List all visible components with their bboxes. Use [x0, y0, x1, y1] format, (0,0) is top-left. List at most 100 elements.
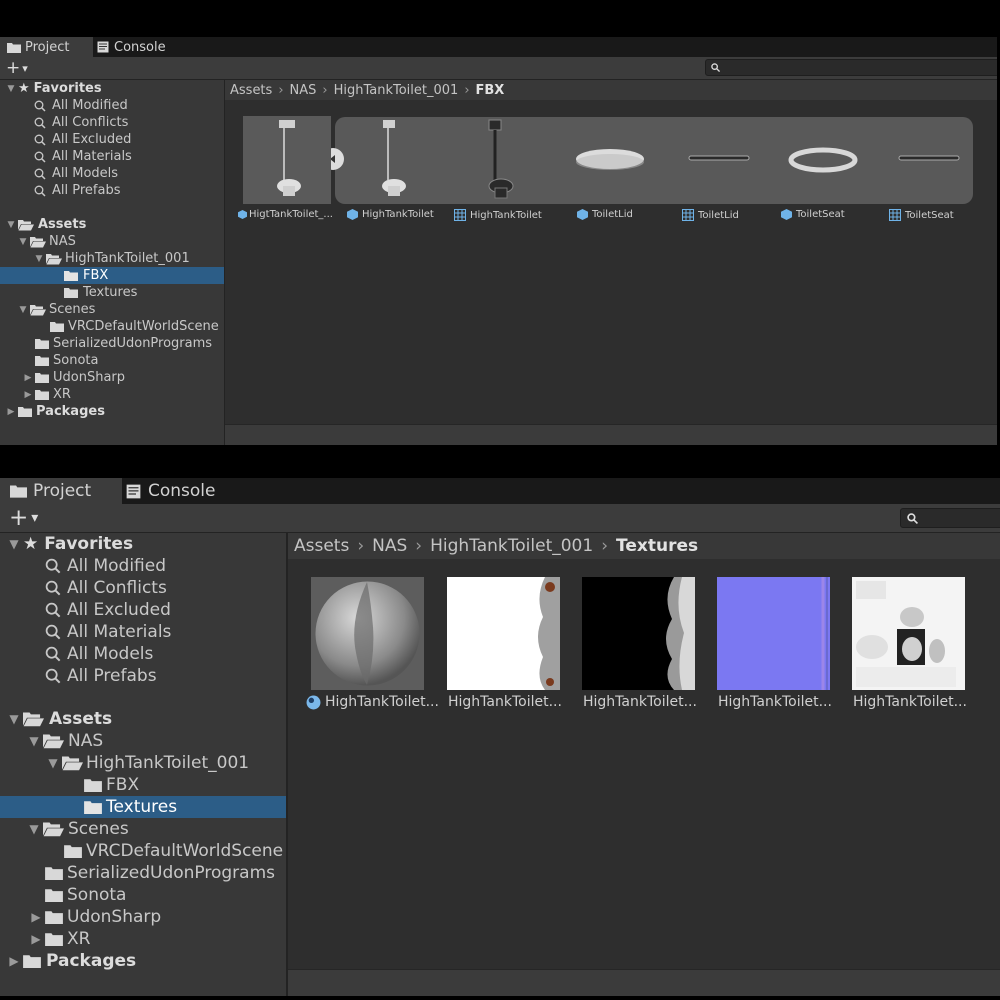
breadcrumb-item[interactable]: NAS	[290, 83, 317, 98]
breadcrumb-item[interactable]: NAS	[372, 536, 407, 556]
open-folder-icon	[62, 756, 83, 771]
favorites-header[interactable]: ▼ ★ Favorites	[0, 533, 286, 555]
tree-item-nas[interactable]: ▼ NAS	[0, 730, 286, 752]
search-icon	[34, 151, 46, 163]
asset-tile[interactable]: HighTankToilet...	[847, 577, 977, 717]
breadcrumb-item[interactable]: Assets	[230, 83, 272, 98]
expand-arrow-icon[interactable]: ▼	[16, 305, 30, 315]
expand-arrow-icon[interactable]: ▶	[21, 390, 35, 400]
tree-item-textures[interactable]: Textures	[0, 796, 286, 818]
asset-tile[interactable]: HighTankToilet...	[712, 577, 842, 717]
tree-item-fbx[interactable]: FBX	[0, 774, 286, 796]
favorite-item-all-models[interactable]: All Models	[0, 165, 224, 182]
search-input[interactable]	[705, 59, 997, 76]
favorite-item-all-materials[interactable]: All Materials	[0, 148, 224, 165]
expand-arrow-icon[interactable]: ▼	[44, 756, 62, 770]
asset-label: ToiletSeat	[889, 209, 954, 221]
asset-label: HighTankToilet...	[448, 694, 562, 710]
tree-item-assets[interactable]: ▼ Assets	[0, 708, 286, 730]
favorite-item-all-materials[interactable]: All Materials	[0, 621, 286, 643]
favorite-item-all-excluded[interactable]: All Excluded	[0, 131, 224, 148]
asset-tile[interactable]: ToiletSeat	[773, 116, 873, 226]
favorite-item-all-models[interactable]: All Models	[0, 643, 286, 665]
tree-item-textures[interactable]: Textures	[0, 284, 224, 301]
asset-thumbnail	[311, 577, 424, 690]
tab-project[interactable]: Project	[0, 37, 93, 57]
folder-icon	[10, 485, 27, 498]
favorite-item-all-excluded[interactable]: All Excluded	[0, 599, 286, 621]
tab-label: Project	[33, 481, 92, 501]
tab-label: Console	[114, 39, 166, 55]
favorite-item-all-prefabs[interactable]: All Prefabs	[0, 665, 286, 687]
expand-arrow-icon[interactable]: ▼	[32, 254, 46, 264]
mesh-icon	[889, 209, 901, 221]
tree-item-serializedudonprograms[interactable]: SerializedUdonPrograms	[0, 335, 224, 352]
expand-arrow-icon[interactable]: ▼	[0, 712, 23, 726]
tree-item-scenes[interactable]: ▼ Scenes	[0, 301, 224, 318]
tree-item-scenes[interactable]: ▼ Scenes	[0, 818, 286, 840]
asset-tile[interactable]: ToiletLid	[669, 116, 769, 226]
favorite-item-all-conflicts[interactable]: All Conflicts	[0, 114, 224, 131]
add-asset-button[interactable]: + ▾	[6, 57, 28, 79]
project-window-bottom: Project Console + ▾ ▼ ★ Favorites All Mo…	[0, 478, 1000, 996]
tree-item-nas[interactable]: ▼ NAS	[0, 233, 224, 250]
tree-item-xr[interactable]: ▶ XR	[0, 928, 286, 950]
favorite-item-all-conflicts[interactable]: All Conflicts	[0, 577, 286, 599]
favorite-item-all-modified[interactable]: All Modified	[0, 97, 224, 114]
breadcrumb-item[interactable]: HighTankToilet_001	[430, 536, 593, 556]
expand-arrow-icon[interactable]: ▶	[0, 407, 18, 417]
asset-tile[interactable]: HighTankToilet	[454, 116, 557, 226]
tree-item-udonsharp[interactable]: ▶ UdonSharp	[0, 906, 286, 928]
expand-arrow-icon[interactable]: ▶	[27, 932, 45, 946]
folder-icon	[84, 779, 102, 792]
tree-item-assets[interactable]: ▼ Assets	[0, 216, 224, 233]
tree-item-vrcdefaultworldscene[interactable]: VRCDefaultWorldScene	[0, 840, 286, 862]
asset-tile[interactable]: HighTankToilet...	[442, 577, 572, 717]
tree-item-packages[interactable]: ▶ Packages	[0, 950, 286, 972]
tree-item-sonota[interactable]: Sonota	[0, 884, 286, 906]
tree-item-hightanktoilet-001[interactable]: ▼ HighTankToilet_001	[0, 752, 286, 774]
console-icon	[126, 484, 141, 498]
breadcrumb-item[interactable]: HighTankToilet_001	[334, 83, 459, 98]
folder-icon	[64, 271, 78, 281]
favorite-item-all-prefabs[interactable]: All Prefabs	[0, 182, 224, 199]
tree-item-vrcdefaultworldscene[interactable]: VRCDefaultWorldScene	[0, 318, 224, 335]
search-icon	[45, 558, 61, 574]
chevron-down-icon: ▾	[31, 510, 39, 526]
asset-tile[interactable]: HighTankToilet...	[306, 577, 439, 717]
tree-item-serializedudonprograms[interactable]: SerializedUdonPrograms	[0, 862, 286, 884]
prefab-icon	[577, 209, 588, 220]
tree-item-sonota[interactable]: Sonota	[0, 352, 224, 369]
tab-console[interactable]: Console	[97, 37, 177, 57]
folder-icon	[23, 955, 41, 968]
tree-item-xr[interactable]: ▶ XR	[0, 386, 224, 403]
tree-item-fbx[interactable]: FBX	[0, 267, 224, 284]
breadcrumb-current[interactable]: Textures	[616, 536, 698, 556]
tab-console[interactable]: Console	[126, 478, 236, 504]
expand-arrow-icon[interactable]: ▼	[0, 84, 18, 94]
tab-project[interactable]: Project	[0, 478, 122, 504]
toilet-seat-mesh-icon	[898, 155, 960, 161]
add-asset-button[interactable]: + ▾	[9, 504, 38, 532]
expand-arrow-icon[interactable]: ▼	[0, 220, 18, 230]
asset-tile[interactable]: ToiletSeat	[879, 116, 979, 226]
asset-tile[interactable]: HighTankToilet	[347, 116, 452, 226]
expand-arrow-icon[interactable]: ▼	[25, 734, 43, 748]
tree-item-udonsharp[interactable]: ▶ UdonSharp	[0, 369, 224, 386]
expand-arrow-icon[interactable]: ▼	[16, 237, 30, 247]
expand-arrow-icon[interactable]: ▶	[21, 373, 35, 383]
expand-arrow-icon[interactable]: ▶	[0, 954, 23, 968]
search-input[interactable]	[900, 508, 1000, 528]
tree-item-packages[interactable]: ▶ Packages	[0, 403, 224, 420]
favorite-item-all-modified[interactable]: All Modified	[0, 555, 286, 577]
favorites-header[interactable]: ▼ ★ Favorites	[0, 80, 224, 97]
breadcrumb-current[interactable]: FBX	[476, 83, 505, 98]
expand-arrow-icon[interactable]: ▼	[0, 537, 23, 551]
expand-arrow-icon[interactable]: ▶	[27, 910, 45, 924]
asset-tile[interactable]: HigtTankToilet_...	[238, 116, 333, 226]
tree-item-hightanktoilet-001[interactable]: ▼ HighTankToilet_001	[0, 250, 224, 267]
expand-arrow-icon[interactable]: ▼	[25, 822, 43, 836]
breadcrumb-item[interactable]: Assets	[294, 536, 349, 556]
asset-tile[interactable]: ToiletLid	[564, 116, 664, 226]
asset-tile[interactable]: HighTankToilet...	[577, 577, 707, 717]
